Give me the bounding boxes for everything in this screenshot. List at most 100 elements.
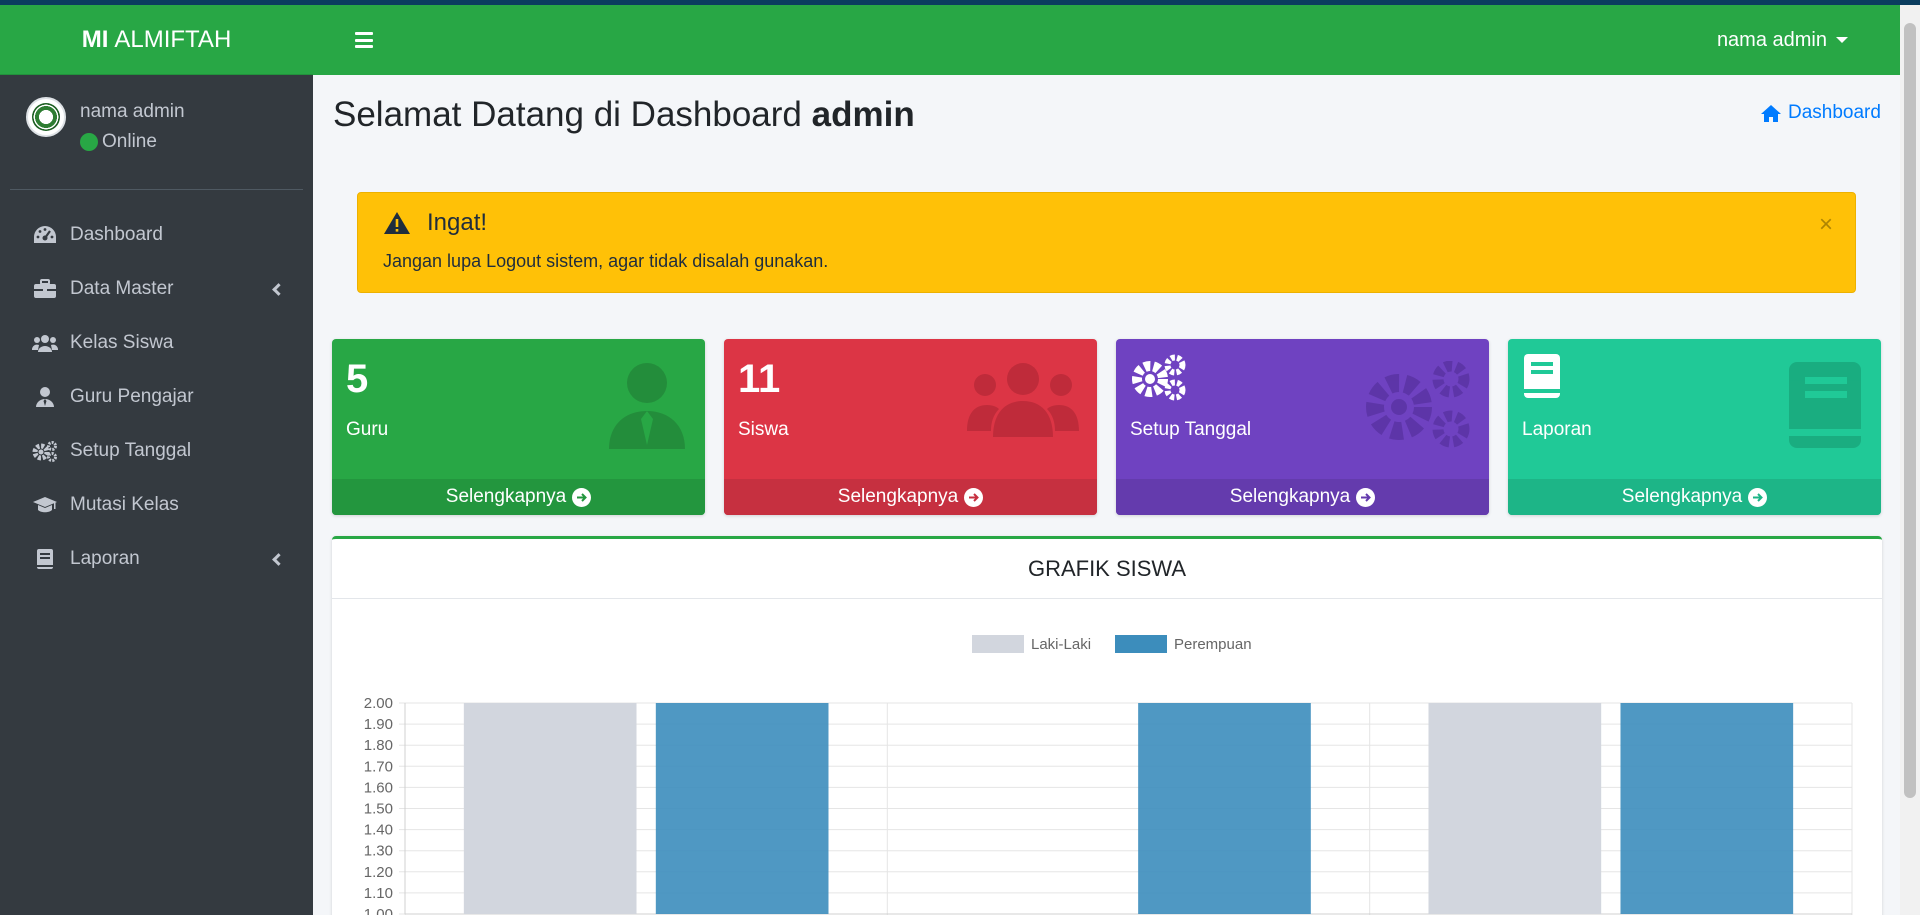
caret-down-icon	[1836, 37, 1848, 43]
sidebar-item-setup-tanggal[interactable]: Setup Tanggal	[0, 424, 313, 478]
warning-alert: Ingat! Jangan lupa Logout sistem, agar t…	[357, 192, 1856, 293]
sidebar-item-guru-pengajar[interactable]: Guru Pengajar	[0, 370, 313, 424]
y-tick-label: 1.00	[364, 906, 393, 915]
graduation-cap-icon	[32, 494, 58, 516]
user-tie-icon	[32, 386, 58, 408]
home-icon	[1761, 104, 1781, 122]
sidebar-item-label: Data Master	[70, 278, 174, 299]
more-info-link[interactable]: Selengkapnya	[724, 479, 1097, 515]
user-status: Online	[80, 131, 185, 153]
legend-label: Perempuan	[1174, 636, 1252, 653]
legend-label: Laki-Laki	[1031, 636, 1091, 653]
info-box-guru: 5 Guru Selengkapnya	[332, 339, 705, 515]
arrow-circle-right-icon	[572, 487, 592, 507]
more-info-link[interactable]: Selengkapnya	[332, 479, 705, 515]
y-tick-label: 1.30	[364, 843, 393, 860]
box-footer-label: Selengkapnya	[837, 486, 959, 507]
y-tick-label: 1.10	[364, 885, 393, 902]
chevron-left-icon	[272, 282, 285, 296]
sidebar-item-label: Kelas Siswa	[70, 332, 174, 353]
bar	[1138, 703, 1311, 914]
y-tick-label: 1.70	[364, 758, 393, 775]
sidebar-item-laporan[interactable]: Laporan	[0, 532, 313, 586]
sidebar-item-label: Dashboard	[70, 224, 163, 245]
y-tick-label: 1.60	[364, 779, 393, 796]
more-info-link[interactable]: Selengkapnya	[1508, 479, 1881, 515]
sidebar: nama admin Online Dashboard Data Master	[0, 75, 313, 915]
cogs-icon	[1132, 354, 1186, 401]
sidebar-user-name[interactable]: nama admin	[80, 101, 185, 123]
close-icon[interactable]: ×	[1819, 211, 1833, 239]
brand-logo[interactable]: MI ALMIFTAH	[0, 5, 313, 75]
y-tick-label: 2.00	[364, 695, 393, 712]
y-tick-label: 1.40	[364, 822, 393, 839]
cogs-icon	[32, 440, 58, 462]
page-title-user: admin	[811, 95, 915, 134]
bar	[463, 703, 637, 914]
info-box-setup-tanggal: Setup Tanggal Selengkapnya	[1116, 339, 1489, 515]
box-label: Laporan	[1522, 419, 1592, 440]
book-icon	[1789, 362, 1861, 448]
bar-chart: Laki-Laki Perempuan 2.00 1.90 1.80 1.70 1.60 1.…	[364, 635, 1853, 915]
sidebar-item-label: Guru Pengajar	[70, 386, 194, 407]
alert-title: Ingat!	[427, 209, 488, 236]
online-dot-icon	[80, 133, 98, 151]
sidebar-item-label: Mutasi Kelas	[70, 494, 179, 515]
box-label: Siswa	[738, 419, 789, 440]
page-scrollbar[interactable]	[1900, 5, 1920, 915]
brand-bold: MI	[81, 25, 109, 53]
arrow-circle-right-icon	[1748, 487, 1768, 507]
book-icon	[32, 548, 58, 570]
sidebar-item-mutasi-kelas[interactable]: Mutasi Kelas	[0, 478, 313, 532]
sidebar-item-label: Setup Tanggal	[70, 440, 192, 461]
y-tick-label: 1.50	[364, 801, 393, 818]
y-tick-label: 1.90	[364, 716, 393, 733]
cogs-icon	[1366, 361, 1470, 448]
alert-message: Jangan lupa Logout sistem, agar tidak di…	[383, 251, 829, 271]
page-title-text: Selamat Datang di Dashboard	[333, 95, 802, 134]
info-box-laporan: Laporan Selengkapnya	[1508, 339, 1881, 515]
status-label: Online	[102, 131, 157, 152]
navbar-user-name: nama admin	[1716, 28, 1827, 51]
menu-toggle-icon[interactable]	[355, 32, 373, 48]
sidebar-nav: Dashboard Data Master Kelas Siswa Guru P…	[0, 208, 313, 586]
brand-name: ALMIFTAH	[114, 25, 232, 53]
bar	[1428, 703, 1602, 914]
sidebar-item-label: Laporan	[70, 548, 140, 569]
user-panel: nama admin Online	[10, 75, 303, 190]
bar	[1620, 703, 1794, 914]
arrow-circle-right-icon	[964, 487, 984, 507]
scrollbar-thumb[interactable]	[1904, 23, 1916, 798]
legend-swatch	[972, 635, 1024, 653]
warning-icon	[384, 212, 410, 234]
chart-card: GRAFIK SISWA Laki-Laki Perempuan 2.00 1.90 1…	[332, 536, 1882, 915]
box-footer-label: Selengkapnya	[445, 486, 567, 507]
sidebar-item-dashboard[interactable]: Dashboard	[0, 208, 313, 262]
user-dropdown[interactable]: nama admin	[1717, 29, 1848, 52]
chart-card-title: GRAFIK SISWA	[332, 539, 1882, 599]
tachometer-icon	[32, 224, 58, 246]
top-navbar: nama admin	[313, 5, 1900, 75]
box-footer-label: Selengkapnya	[1229, 486, 1351, 507]
sidebar-item-kelas-siswa[interactable]: Kelas Siswa	[0, 316, 313, 370]
more-info-link[interactable]: Selengkapnya	[1116, 479, 1489, 515]
y-tick-label: 1.20	[364, 864, 393, 881]
box-label: Guru	[346, 419, 389, 440]
users-icon	[32, 332, 58, 354]
briefcase-icon	[32, 278, 58, 300]
box-footer-label: Selengkapnya	[1621, 486, 1743, 507]
info-box-siswa: 11 Siswa Selengkapnya	[724, 339, 1097, 515]
bar	[655, 703, 829, 914]
chevron-left-icon	[272, 552, 285, 566]
arrow-circle-right-icon	[1356, 487, 1376, 507]
legend-swatch	[1115, 635, 1167, 653]
users-icon	[967, 363, 1079, 437]
user-tie-icon	[609, 363, 685, 449]
book-icon	[1524, 354, 1560, 398]
y-tick-label: 1.80	[364, 737, 393, 754]
breadcrumb-label: Dashboard	[1788, 102, 1881, 123]
breadcrumb-dashboard[interactable]: Dashboard	[1760, 102, 1881, 124]
school-logo-avatar	[26, 97, 66, 137]
box-label: Setup Tanggal	[1130, 419, 1252, 440]
sidebar-item-data-master[interactable]: Data Master	[0, 262, 313, 316]
